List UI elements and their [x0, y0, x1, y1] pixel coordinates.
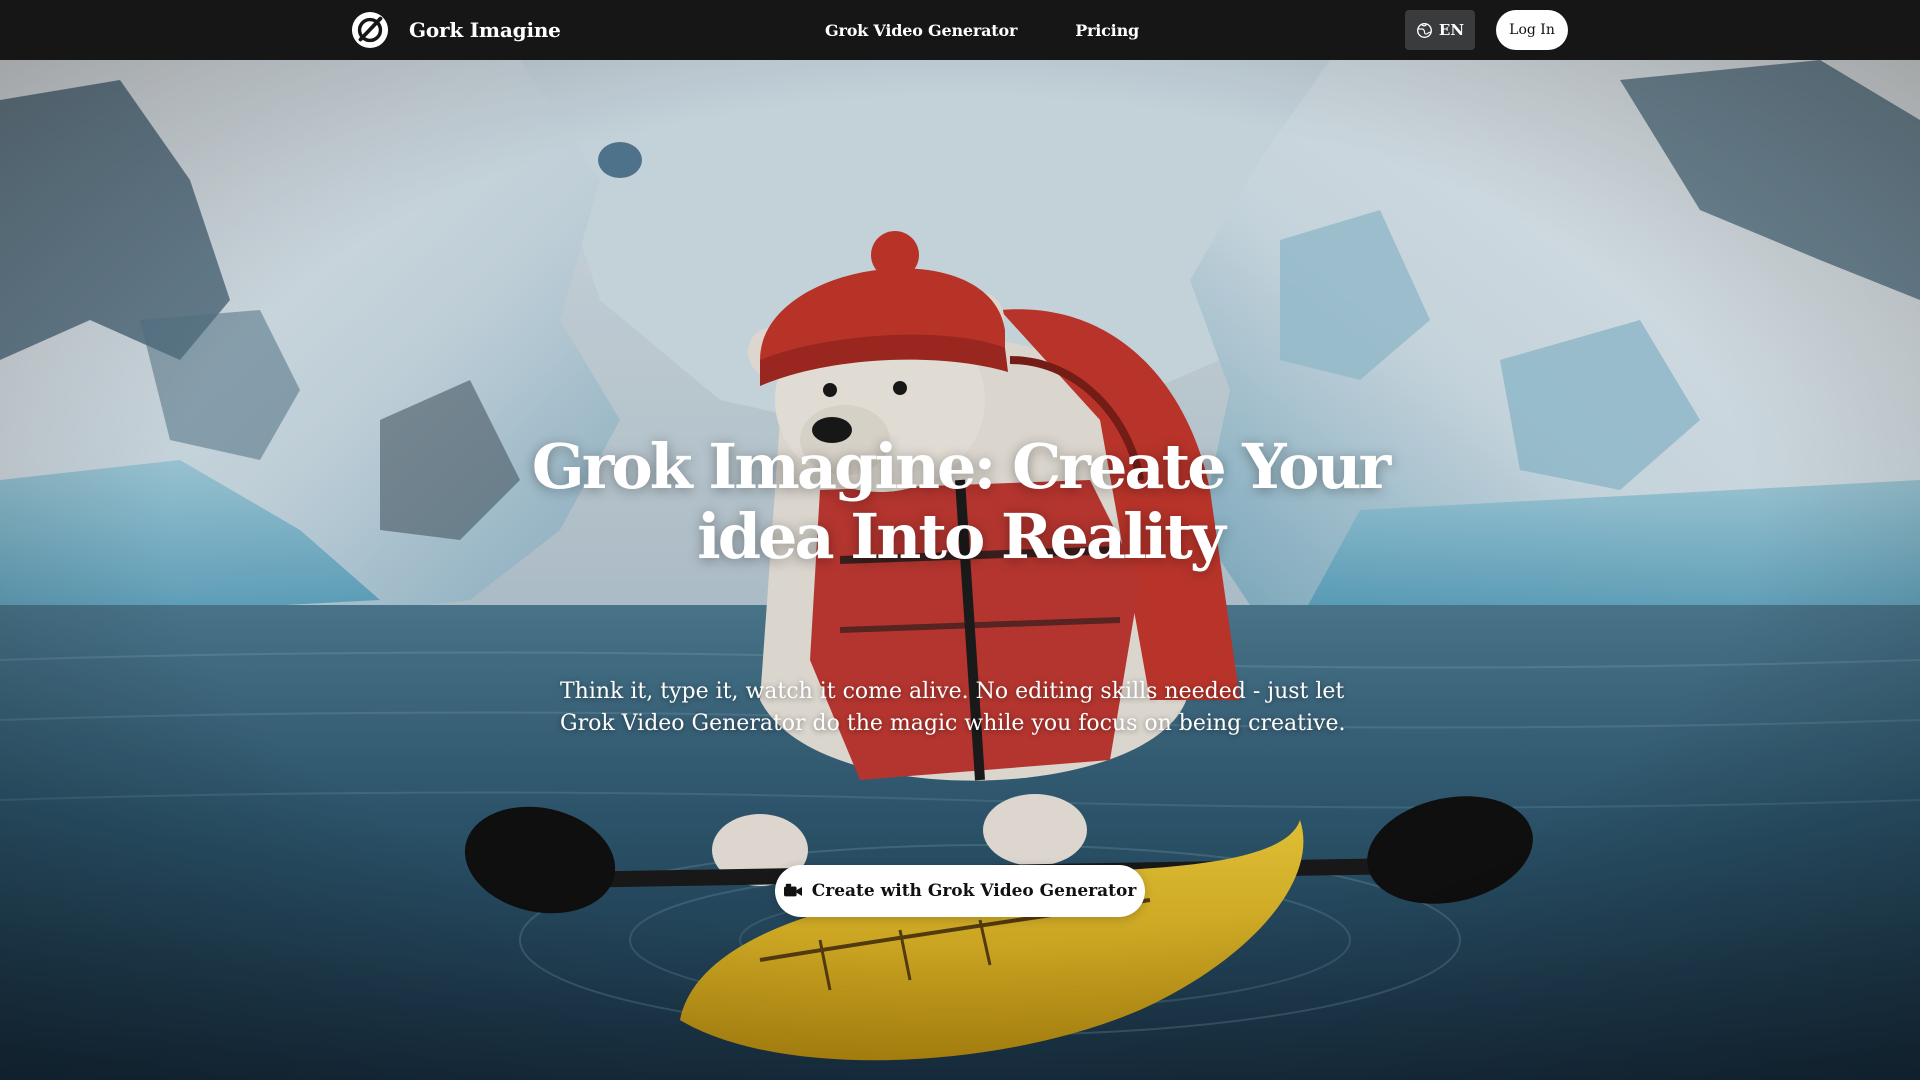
globe-icon: [1416, 22, 1432, 38]
language-label: EN: [1438, 21, 1465, 39]
hero-section: Grok Imagine: Create Your idea Into Real…: [0, 60, 1920, 1080]
video-camera-icon: [783, 883, 802, 897]
login-button[interactable]: Log In: [1496, 10, 1568, 50]
language-selector-button[interactable]: EN: [1405, 10, 1475, 50]
main-nav: Grok Video Generator Pricing: [825, 0, 1197, 60]
create-with-grok-video-generator-button[interactable]: Create with Grok Video Generator: [775, 865, 1145, 917]
top-navigation-bar: Gork Imagine Grok Video Generator Pricin…: [0, 0, 1920, 60]
nav-link-grok-video-generator[interactable]: Grok Video Generator: [825, 21, 1017, 40]
nav-link-pricing[interactable]: Pricing: [1075, 21, 1139, 40]
brand-name: Gork Imagine: [409, 18, 561, 42]
brand-logo-link[interactable]: Gork Imagine: [351, 10, 561, 50]
cta-label: Create with Grok Video Generator: [811, 881, 1137, 901]
logo-mark-icon: [351, 11, 389, 49]
hero-subtitle: Think it, type it, watch it come alive. …: [560, 679, 1346, 736]
hero-title: Grok Imagine: Create Your idea Into Real…: [531, 430, 1391, 573]
